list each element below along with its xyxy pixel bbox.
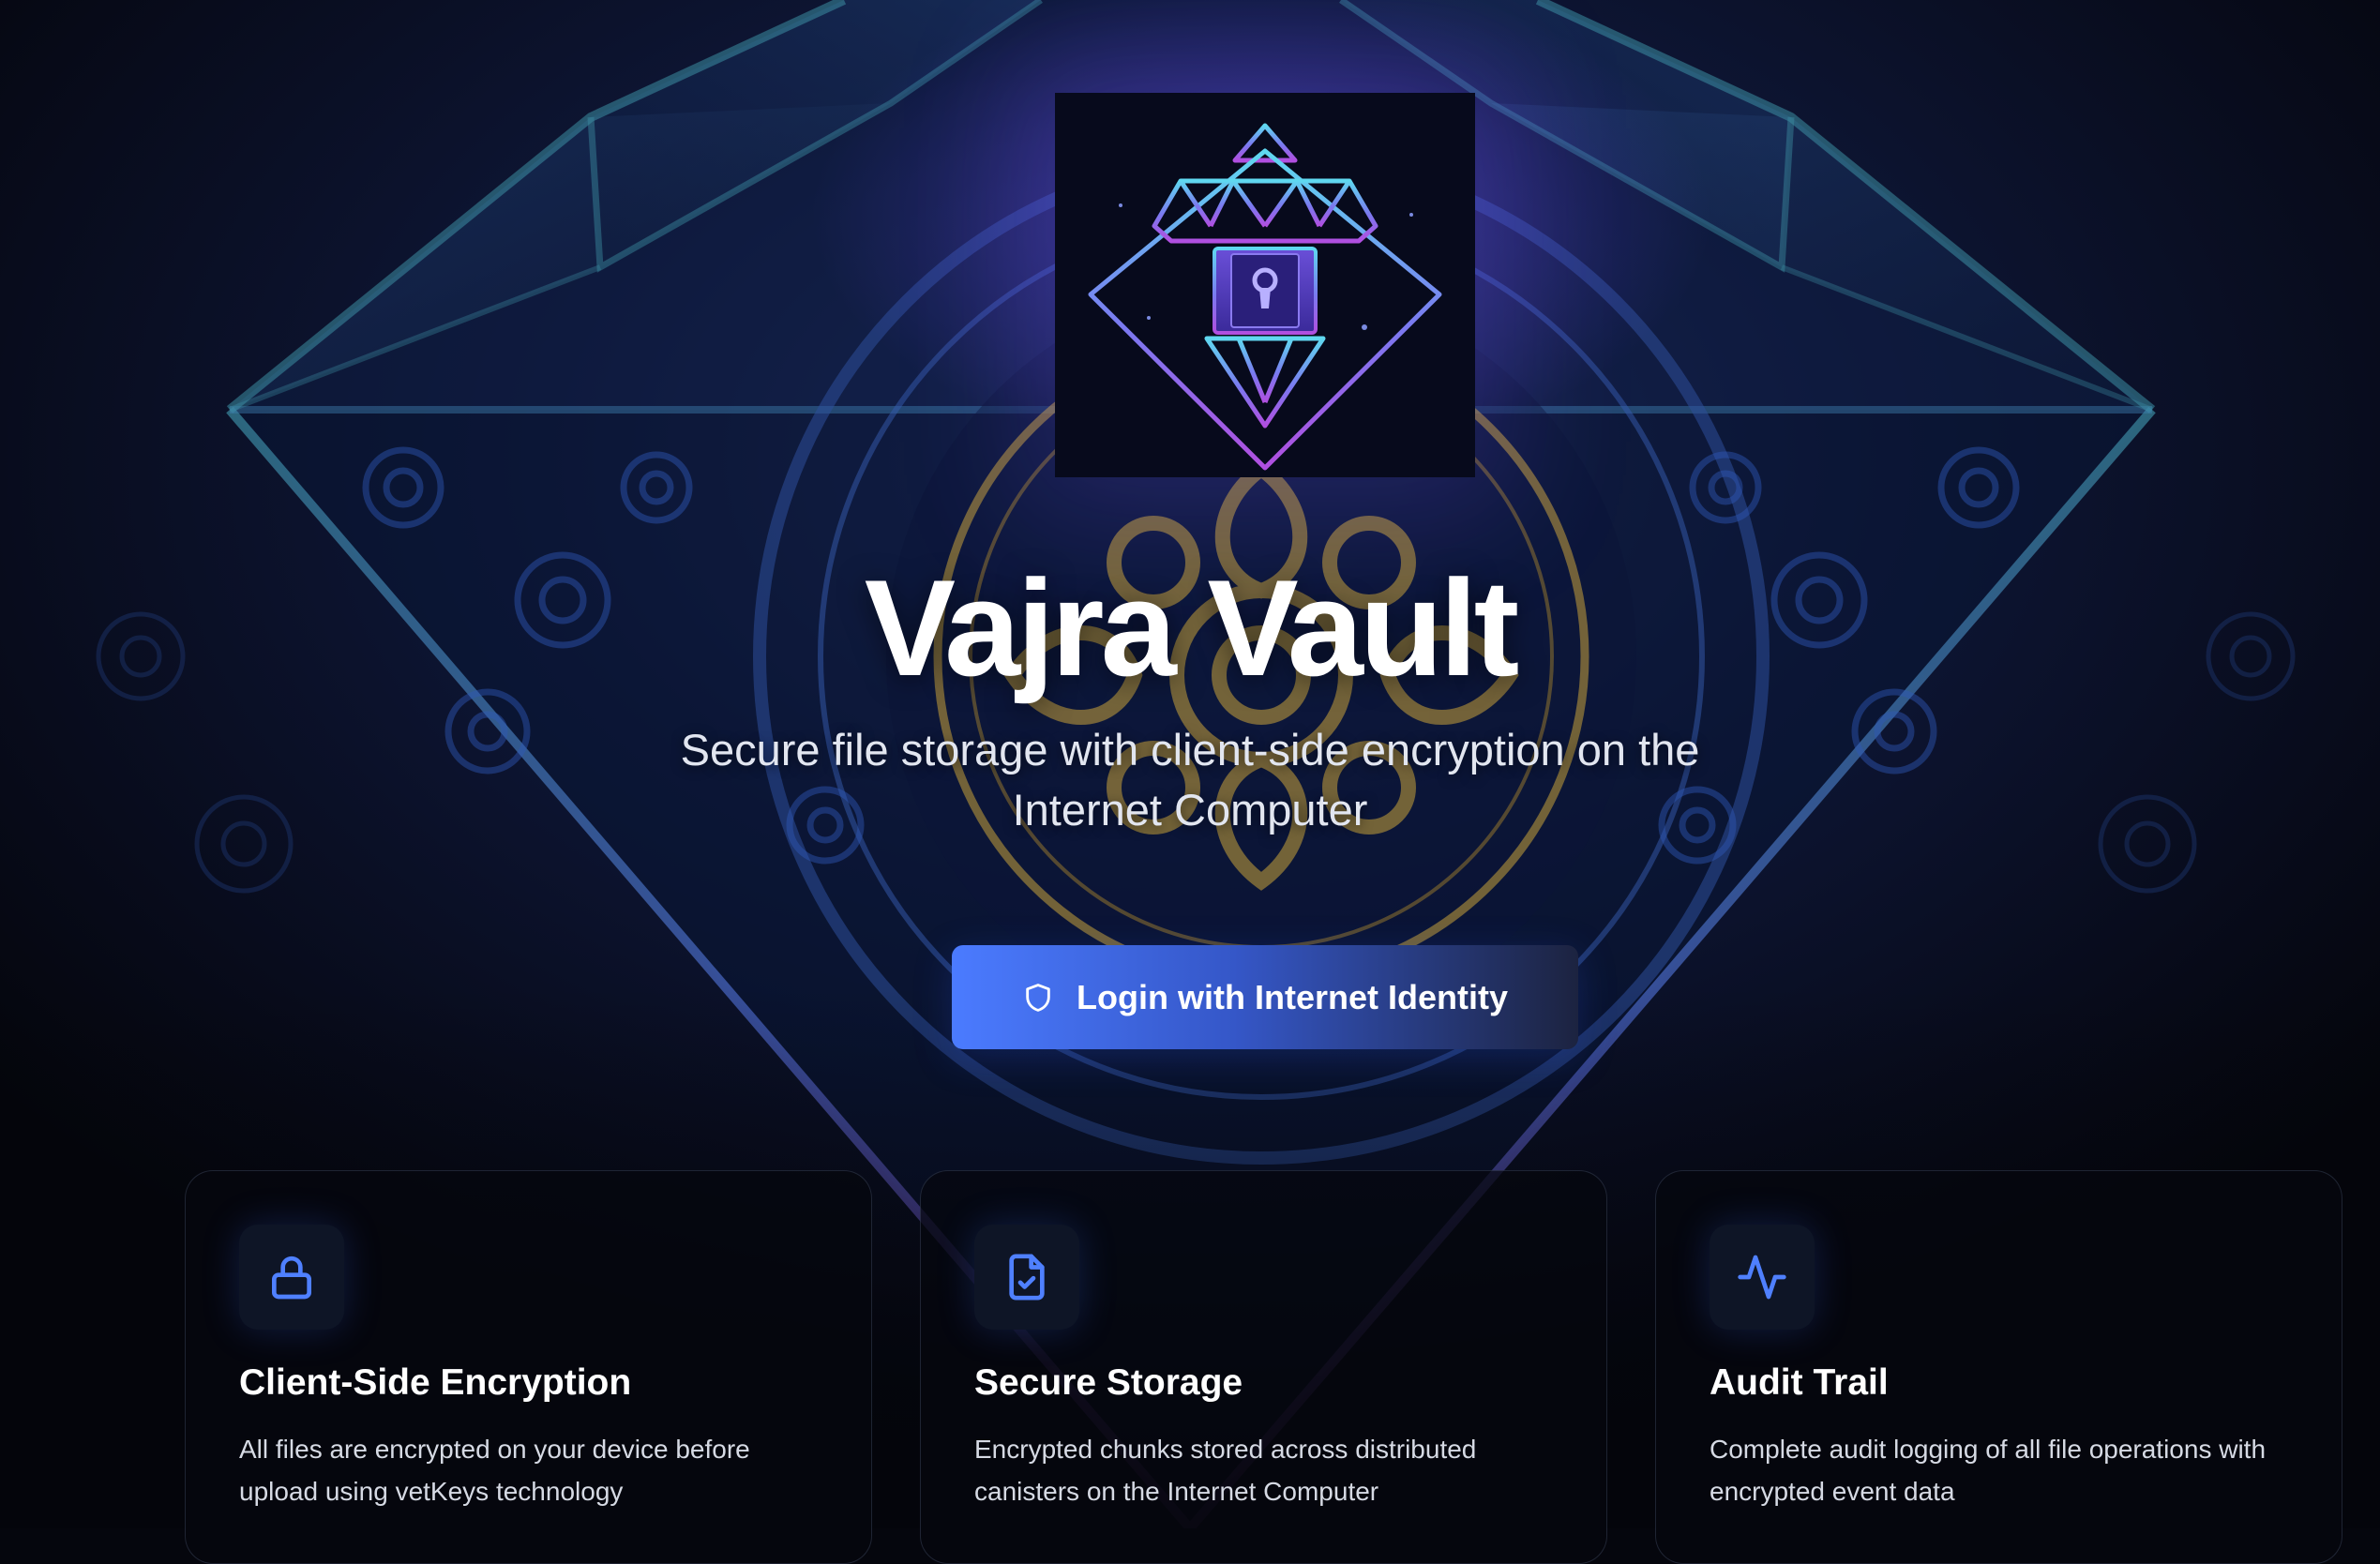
feature-title: Client-Side Encryption — [239, 1362, 632, 1403]
feature-description: Encrypted chunks stored across distribut… — [974, 1435, 1477, 1506]
feature-description: All files are encrypted on your device b… — [239, 1435, 750, 1506]
feature-title: Audit Trail — [1710, 1362, 1889, 1403]
page-title: Vajra Vault — [864, 551, 1520, 704]
hero-subtitle: Secure file storage with client-side enc… — [680, 725, 1700, 835]
feature-description: Complete audit logging of all file opera… — [1710, 1435, 2267, 1506]
shield-icon — [1022, 982, 1054, 1014]
feature-card-storage: Secure Storage Encrypted chunks stored a… — [920, 1170, 1607, 1564]
feature-card-encryption: Client-Side Encryption All files are enc… — [185, 1170, 872, 1564]
login-button-label: Login with Internet Identity — [1077, 977, 1508, 1016]
lock-icon — [239, 1225, 344, 1330]
feature-card-audit-trail: Audit Trail Complete audit logging of al… — [1655, 1170, 2342, 1564]
activity-icon — [1710, 1225, 1815, 1330]
vajra-vault-logo — [1055, 93, 1475, 477]
file-check-icon — [974, 1225, 1079, 1330]
feature-title: Secure Storage — [974, 1362, 1243, 1403]
login-with-internet-identity-button[interactable]: Login with Internet Identity — [952, 945, 1578, 1049]
